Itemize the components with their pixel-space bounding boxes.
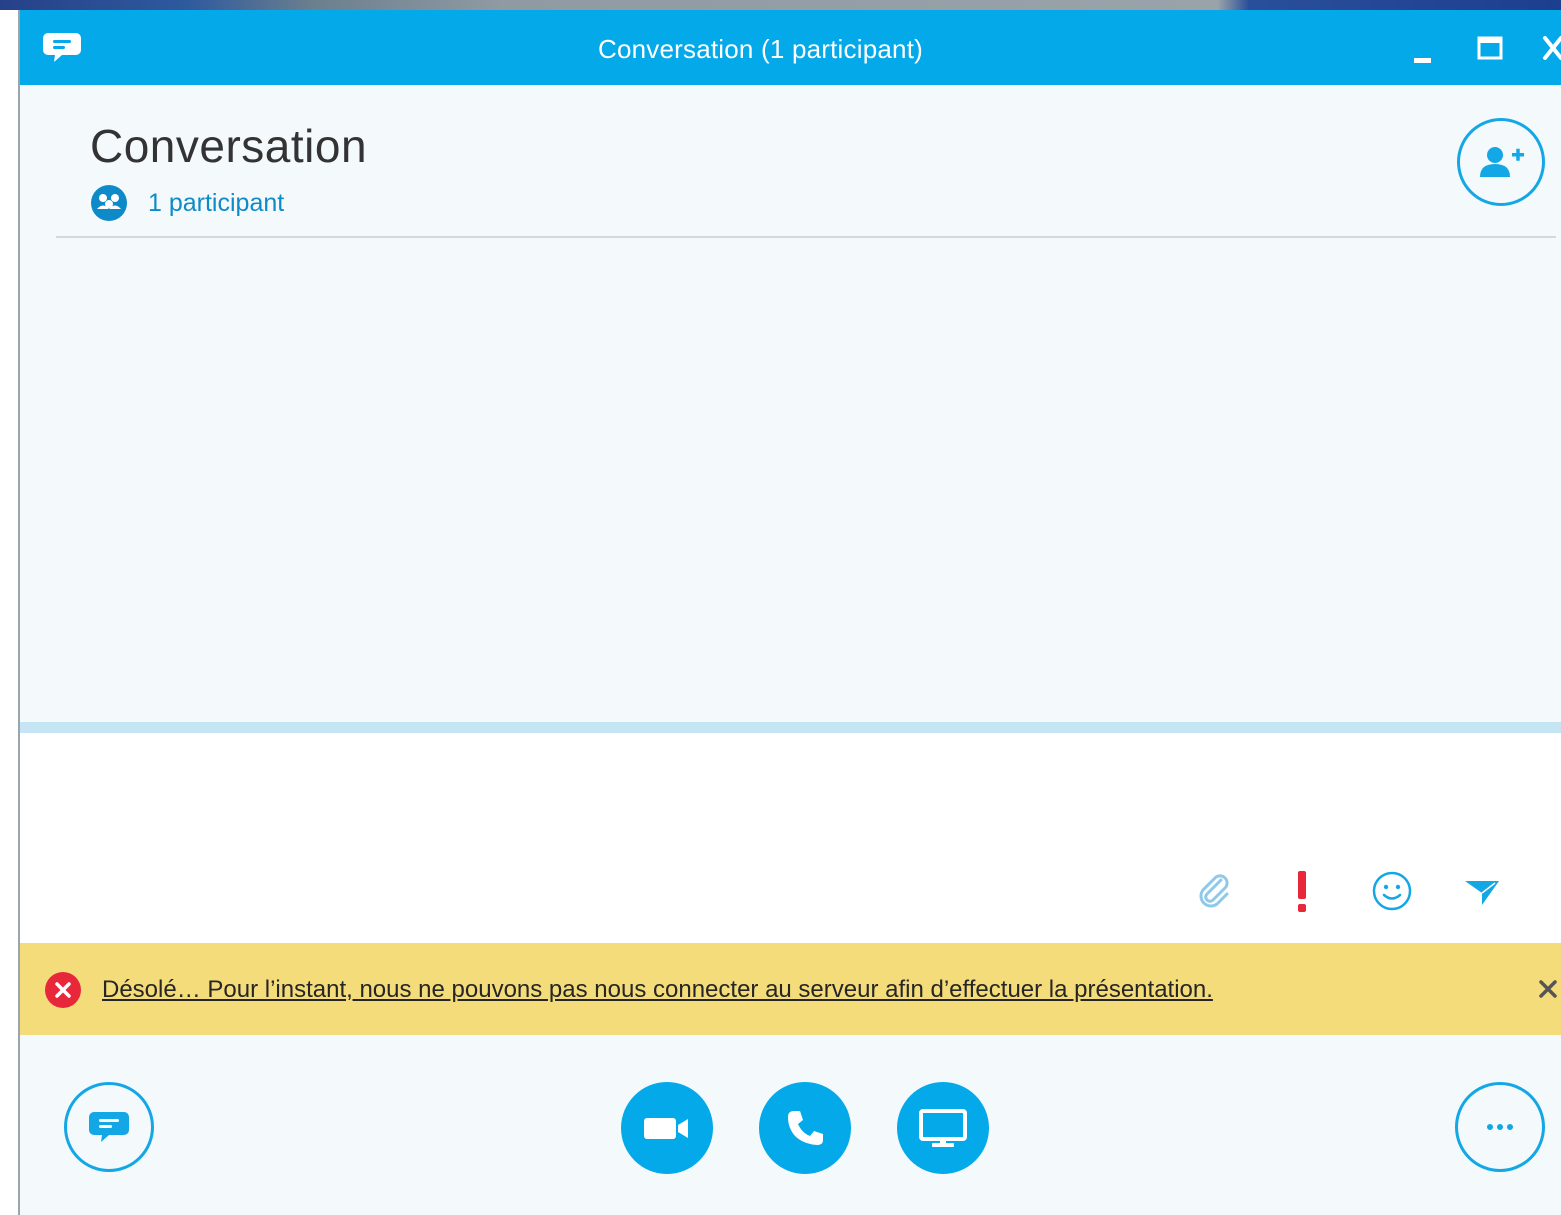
audio-call-button[interactable]: [759, 1082, 851, 1174]
video-camera-icon: [644, 1118, 688, 1139]
high-importance-button[interactable]: [1278, 867, 1326, 915]
close-icon: [1543, 36, 1561, 60]
conversation-window: Conversation (1 participant) Conversatio…: [18, 10, 1561, 1215]
title-bar: Conversation (1 participant): [20, 10, 1561, 85]
attach-button[interactable]: [1190, 867, 1238, 915]
chat-bubble-icon: [89, 1112, 129, 1142]
minimize-button[interactable]: [1402, 28, 1442, 68]
dismiss-error-button[interactable]: [1532, 973, 1561, 1005]
maximize-button[interactable]: [1470, 28, 1510, 68]
compose-divider[interactable]: [20, 722, 1561, 733]
ellipsis-icon: [1487, 1124, 1513, 1130]
add-person-button[interactable]: [1457, 118, 1545, 206]
message-input[interactable]: [40, 743, 1184, 927]
video-call-button[interactable]: [621, 1082, 713, 1174]
minimize-icon: [1414, 58, 1431, 63]
add-person-icon: [1480, 147, 1524, 177]
send-button[interactable]: [1458, 867, 1506, 915]
exclamation-icon: [1298, 871, 1306, 912]
header-divider: [56, 236, 1556, 238]
monitor-icon: [919, 1109, 967, 1147]
error-banner: Désolé… Pour l’instant, nous ne pouvons …: [20, 943, 1561, 1035]
page-title: Conversation: [90, 120, 368, 172]
smiley-icon: [1372, 871, 1412, 911]
maximize-icon: [1477, 36, 1503, 60]
window-title: Conversation (1 participant): [598, 34, 923, 64]
present-button[interactable]: [897, 1082, 989, 1174]
participants-link[interactable]: 1 participant: [90, 183, 284, 223]
phone-icon: [788, 1111, 823, 1145]
emoticon-button[interactable]: [1368, 867, 1416, 915]
more-options-button[interactable]: [1455, 1082, 1545, 1172]
participants-icon: [91, 185, 127, 221]
paperclip-icon: [1199, 874, 1229, 908]
participants-count: 1 participant: [148, 188, 285, 217]
compose-area: [20, 733, 1561, 943]
close-button[interactable]: [1533, 28, 1561, 68]
action-bar: [20, 1035, 1561, 1215]
message-history: [20, 246, 1561, 722]
send-icon: [1465, 881, 1499, 905]
conversation-header: Conversation 1 participant: [20, 85, 1561, 245]
instant-message-button[interactable]: [64, 1082, 154, 1172]
error-message-link[interactable]: Désolé… Pour l’instant, nous ne pouvons …: [102, 976, 1213, 1004]
close-icon: [1539, 980, 1557, 998]
desktop-background-strip: [0, 0, 1561, 10]
error-icon: [45, 972, 81, 1008]
